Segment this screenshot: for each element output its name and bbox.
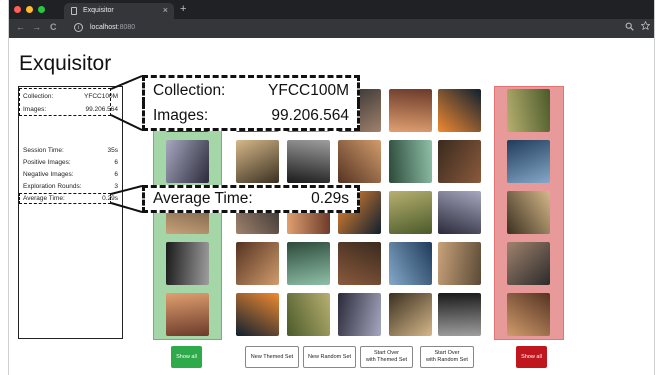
- candidate-image-thumbnail[interactable]: [287, 293, 330, 336]
- stat-value: 3: [114, 183, 118, 190]
- photo-thumbnail: [438, 242, 481, 285]
- candidate-image-thumbnail[interactable]: [287, 242, 330, 285]
- negative-image-thumbnail[interactable]: [507, 293, 550, 336]
- photo-thumbnail: [438, 191, 481, 234]
- photo-thumbnail: [389, 293, 432, 336]
- photo-thumbnail: [287, 140, 330, 183]
- stat-label: Exploration Rounds:: [23, 183, 82, 190]
- photo-thumbnail: [507, 293, 550, 336]
- photo-thumbnail: [338, 242, 381, 285]
- callout-average-time: Average Time: 0.29s: [142, 185, 360, 213]
- candidate-image-thumbnail[interactable]: [338, 140, 381, 183]
- callout-value: 0.29s: [311, 190, 349, 207]
- photo-thumbnail: [287, 242, 330, 285]
- candidate-image-thumbnail[interactable]: [236, 293, 279, 336]
- stat-label: Session Time:: [23, 147, 64, 154]
- candidate-image-thumbnail[interactable]: [236, 140, 279, 183]
- average-time-highlight: [19, 193, 111, 204]
- callout-label: Collection:: [153, 81, 226, 99]
- positive-image-thumbnail[interactable]: [166, 242, 209, 285]
- candidate-image-thumbnail[interactable]: [287, 140, 330, 183]
- photo-thumbnail: [389, 89, 432, 132]
- stat-label: Positive Images:: [23, 159, 71, 166]
- candidate-image-thumbnail[interactable]: [389, 89, 432, 132]
- positive-image-thumbnail[interactable]: [166, 140, 209, 183]
- photo-thumbnail: [389, 242, 432, 285]
- stat-value: 6: [114, 171, 118, 178]
- callout-label: Images:: [153, 106, 209, 124]
- candidate-image-thumbnail[interactable]: [338, 242, 381, 285]
- stat-value: 35s: [107, 147, 118, 154]
- show-all-negative-button[interactable]: Show all: [516, 346, 547, 368]
- stat-positive-images: Positive Images: 6: [23, 159, 118, 166]
- callout-value: YFCC100M: [268, 81, 349, 99]
- stat-exploration-rounds: Exploration Rounds: 3: [23, 183, 118, 190]
- photo-thumbnail: [287, 293, 330, 336]
- show-all-positive-button[interactable]: Show all: [171, 346, 202, 368]
- button-line: with Random Set: [426, 357, 468, 363]
- photo-thumbnail: [507, 89, 550, 132]
- candidate-image-thumbnail[interactable]: [389, 242, 432, 285]
- photo-thumbnail: [438, 89, 481, 132]
- photo-thumbnail: [166, 293, 209, 336]
- photo-thumbnail: [389, 191, 432, 234]
- photo-thumbnail: [338, 293, 381, 336]
- negative-image-thumbnail[interactable]: [507, 89, 550, 132]
- photo-thumbnail: [389, 140, 432, 183]
- candidate-image-thumbnail[interactable]: [338, 293, 381, 336]
- positive-image-thumbnail[interactable]: [166, 293, 209, 336]
- photo-thumbnail: [236, 140, 279, 183]
- candidate-image-thumbnail[interactable]: [438, 191, 481, 234]
- candidate-image-thumbnail[interactable]: [438, 293, 481, 336]
- new-random-set-button[interactable]: New Random Set: [303, 346, 356, 368]
- app-title: Exquisitor: [19, 52, 112, 75]
- photo-thumbnail: [507, 140, 550, 183]
- callout-value: 99.206.564: [271, 106, 349, 124]
- candidate-image-thumbnail[interactable]: [389, 293, 432, 336]
- candidate-image-thumbnail[interactable]: [438, 140, 481, 183]
- photo-thumbnail: [438, 140, 481, 183]
- candidate-image-thumbnail[interactable]: [236, 242, 279, 285]
- stat-label: Negative Images:: [23, 171, 74, 178]
- callout-images: Images: 99.206.564: [142, 103, 360, 131]
- button-line: Start Over: [373, 350, 400, 356]
- photo-thumbnail: [166, 242, 209, 285]
- candidate-image-thumbnail[interactable]: [438, 89, 481, 132]
- photo-thumbnail: [438, 293, 481, 336]
- stat-negative-images: Negative Images: 6: [23, 171, 118, 178]
- photo-thumbnail: [507, 191, 550, 234]
- photo-thumbnail: [236, 293, 279, 336]
- collection-highlight: [19, 88, 111, 116]
- photo-thumbnail: [507, 242, 550, 285]
- photo-thumbnail: [338, 140, 381, 183]
- candidate-image-thumbnail[interactable]: [438, 242, 481, 285]
- stat-session-time: Session Time: 35s: [23, 147, 118, 154]
- start-over-random-button[interactable]: Start Over with Random Set: [420, 346, 474, 368]
- photo-thumbnail: [166, 140, 209, 183]
- stats-panel: Collection: YFCC100M Images: 99.206.564 Se…: [18, 86, 123, 339]
- stat-value: 6: [114, 159, 118, 166]
- button-line: Start Over: [434, 350, 460, 356]
- negative-image-thumbnail[interactable]: [507, 140, 550, 183]
- callout-collection: Collection: YFCC100M: [142, 75, 360, 103]
- button-line: with Themed Set: [365, 357, 408, 363]
- negative-image-thumbnail[interactable]: [507, 191, 550, 234]
- new-themed-set-button[interactable]: New Themed Set: [245, 346, 299, 368]
- photo-thumbnail: [236, 242, 279, 285]
- callout-label: Average Time:: [153, 190, 253, 207]
- negative-image-thumbnail[interactable]: [507, 242, 550, 285]
- candidate-image-thumbnail[interactable]: [389, 191, 432, 234]
- start-over-themed-button[interactable]: Start Over with Themed Set: [360, 346, 413, 368]
- candidate-image-thumbnail[interactable]: [389, 140, 432, 183]
